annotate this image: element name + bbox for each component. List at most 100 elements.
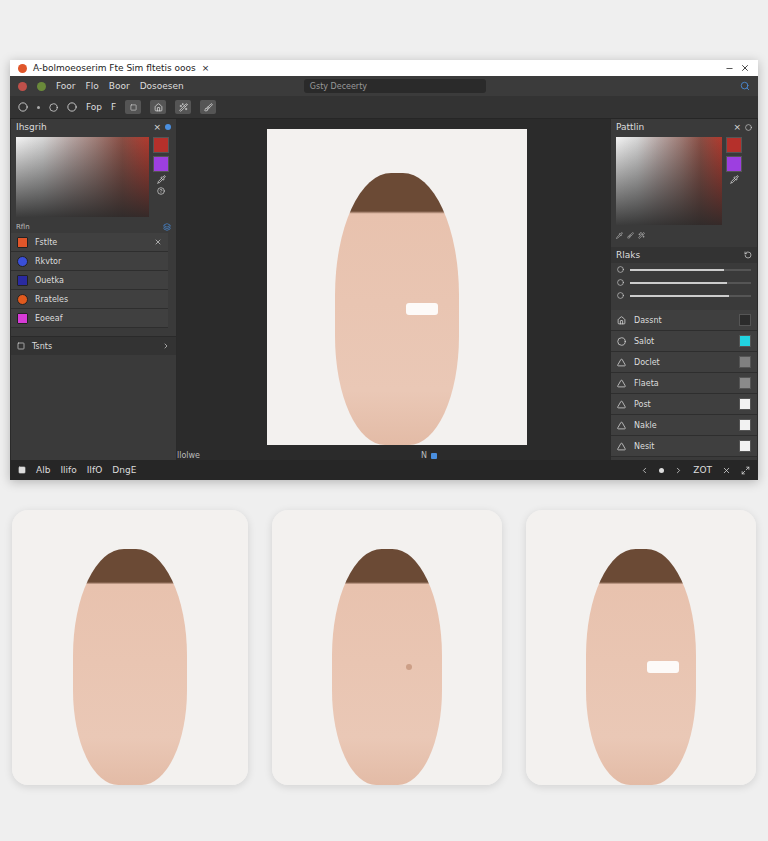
preview-card[interactable] (526, 510, 756, 785)
slider-fill (630, 269, 724, 271)
color-swatch[interactable] (739, 356, 751, 368)
panel-item[interactable]: Post (611, 394, 757, 415)
panel-item[interactable]: Flaeta (611, 373, 757, 394)
panel-item[interactable]: Fstlte (11, 233, 168, 252)
panel-item[interactable]: Eoeeaf (11, 309, 168, 328)
wand-icon[interactable] (638, 232, 645, 239)
swatch[interactable] (153, 156, 169, 172)
ellipse-icon[interactable] (18, 102, 28, 112)
swatch[interactable] (726, 156, 742, 172)
preview-card[interactable] (272, 510, 502, 785)
canvas-photo (267, 129, 527, 445)
slider-row (611, 289, 757, 302)
slider-fill (630, 282, 727, 284)
item-icon (617, 337, 626, 346)
search-icon[interactable] (740, 81, 750, 91)
circle-icon[interactable] (49, 103, 58, 112)
status-item[interactable]: DngE (112, 465, 136, 475)
slider-icon (617, 292, 624, 299)
canvas-badge: N (421, 451, 427, 460)
prev-icon[interactable] (640, 466, 649, 475)
menu-item[interactable]: Boor (109, 81, 130, 91)
status-item[interactable]: Alb (36, 465, 50, 475)
reset-icon[interactable] (744, 251, 752, 259)
panel-item[interactable]: Doclet (611, 352, 757, 373)
next-icon[interactable] (674, 466, 683, 475)
wand-icon (179, 103, 188, 112)
menu-item[interactable]: Foor (56, 81, 76, 91)
panel-item[interactable]: Salot (611, 331, 757, 352)
layers-icon[interactable] (163, 223, 171, 231)
status-item[interactable]: Ilifo (60, 465, 76, 475)
icon-row (611, 229, 757, 241)
menu-item[interactable]: Flo (86, 81, 99, 91)
panel-item[interactable]: Nakle (611, 415, 757, 436)
marker-icon (17, 313, 28, 324)
panel-item[interactable]: Rrateles (11, 290, 168, 309)
dot-icon[interactable] (37, 106, 40, 109)
tab-close[interactable]: × (202, 63, 210, 73)
marker-icon (17, 237, 28, 248)
slider-icon (617, 266, 624, 273)
play-dot-icon[interactable] (659, 468, 664, 473)
slider-track[interactable] (630, 295, 751, 297)
slider-track[interactable] (630, 282, 751, 284)
tool-label[interactable]: Fop (86, 102, 102, 112)
color-swatch[interactable] (739, 440, 751, 452)
preview-card[interactable] (12, 510, 248, 785)
color-swatch[interactable] (739, 398, 751, 410)
picker-icon[interactable] (616, 232, 623, 239)
patch-mark (406, 303, 438, 315)
panel-close[interactable]: × (733, 122, 741, 132)
eyedropper-icon[interactable] (157, 175, 166, 184)
panel-item[interactable]: Rkvtor (11, 252, 168, 271)
close-icon[interactable] (740, 63, 750, 73)
canvas-footer: llolweN (177, 445, 437, 460)
patch-mark (647, 661, 679, 673)
eyedropper-icon[interactable] (730, 175, 739, 184)
zoom-label: ZOT (693, 465, 712, 475)
close-icon[interactable] (722, 466, 731, 475)
close-icon[interactable] (154, 238, 162, 246)
tool-button[interactable] (175, 100, 191, 114)
page: A-bolmoeoserim Fte Sim fltetis ooos×Foor… (0, 0, 768, 841)
color-swatch[interactable] (739, 314, 751, 326)
color-swatch[interactable] (739, 335, 751, 347)
panel-close[interactable]: × (153, 122, 161, 132)
tool-button[interactable] (125, 100, 141, 114)
brush-icon[interactable] (627, 232, 634, 239)
lasso-icon[interactable] (67, 102, 77, 112)
canvas: llolweN (177, 119, 610, 460)
menu-bar: Foor Flo Boor Dosoesen Gsty Deceerty (10, 76, 758, 96)
slider-icon (617, 279, 624, 286)
stop-icon[interactable] (18, 466, 26, 474)
left-panel: Ihsgrih×RflnFstlteRkvtorOuetkaRratelesEo… (10, 119, 177, 460)
menu-item[interactable]: Dosoesen (140, 81, 184, 91)
tool-label[interactable]: F (111, 102, 116, 112)
help-icon[interactable] (157, 187, 165, 195)
swatch[interactable] (726, 137, 742, 153)
fullscreen-icon[interactable] (741, 466, 750, 475)
portrait (73, 549, 186, 786)
panel-title: Ihsgrih (16, 122, 47, 132)
preview-cards (10, 510, 758, 785)
panel-item[interactable]: Ouetka (11, 271, 168, 290)
color-swatch[interactable] (739, 377, 751, 389)
color-palette[interactable] (16, 137, 149, 217)
panel-footer[interactable]: Tsnts (11, 336, 176, 355)
color-palette[interactable] (616, 137, 722, 225)
tool-button[interactable] (200, 100, 216, 114)
palette-row (611, 135, 757, 227)
minimize-icon[interactable] (725, 64, 734, 73)
panel-item[interactable]: Dassnt (611, 310, 757, 331)
panel-item[interactable]: Nesit (611, 436, 757, 457)
tool-button[interactable] (150, 100, 166, 114)
status-item[interactable]: IIfO (87, 465, 103, 475)
checkbox-icon[interactable] (17, 342, 25, 350)
color-swatch[interactable] (739, 419, 751, 431)
swatch[interactable] (153, 137, 169, 153)
slider-track[interactable] (630, 269, 751, 271)
item-icon (617, 400, 626, 409)
circle-icon[interactable] (745, 124, 752, 131)
search-field[interactable]: Gsty Deceerty (304, 79, 486, 93)
